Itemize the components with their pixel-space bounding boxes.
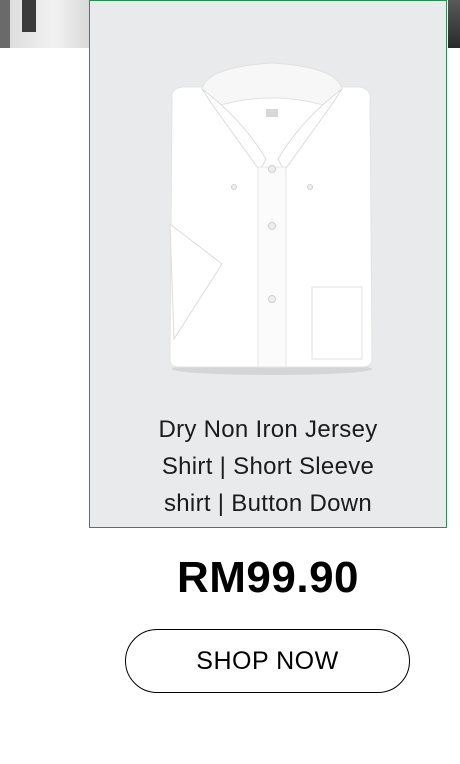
product-name-line-1: Dry Non Iron Jersey — [158, 416, 378, 443]
product-card[interactable]: Dry Non Iron Jersey Shirt | Short Sleeve… — [89, 0, 447, 528]
product-name-line-2: Shirt | Short Sleeve — [161, 453, 375, 480]
shirt-image[interactable] — [162, 59, 376, 379]
product-name-line-3: shirt | Button Down — [163, 490, 373, 517]
product-name[interactable]: Dry Non Iron Jersey Shirt | Short Sleeve… — [90, 411, 446, 522]
product-price: RM99.90 — [176, 553, 360, 602]
shop-now-button[interactable]: SHOP NOW — [125, 629, 410, 693]
